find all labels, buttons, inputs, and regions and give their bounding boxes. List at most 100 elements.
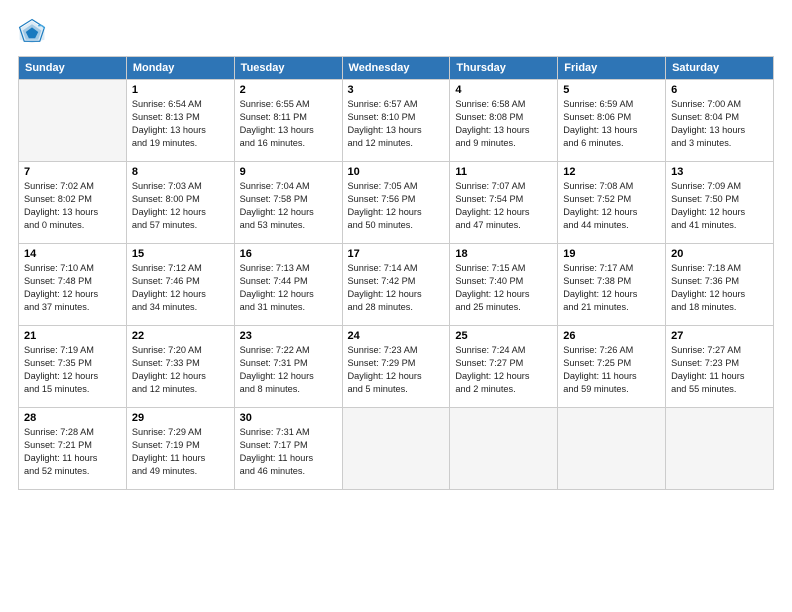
calendar-table: SundayMondayTuesdayWednesdayThursdayFrid… xyxy=(18,56,774,490)
day-info: Sunrise: 6:55 AMSunset: 8:11 PMDaylight:… xyxy=(240,98,337,150)
day-number: 6 xyxy=(671,84,768,96)
day-number: 19 xyxy=(563,248,660,260)
calendar-cell: 23 Sunrise: 7:22 AMSunset: 7:31 PMDayligh… xyxy=(234,326,342,408)
day-number: 15 xyxy=(132,248,229,260)
day-info: Sunrise: 6:59 AMSunset: 8:06 PMDaylight:… xyxy=(563,98,660,150)
day-header-wednesday: Wednesday xyxy=(342,57,450,80)
calendar-cell xyxy=(558,408,666,490)
day-number: 8 xyxy=(132,166,229,178)
calendar-cell xyxy=(342,408,450,490)
day-info: Sunrise: 7:18 AMSunset: 7:36 PMDaylight:… xyxy=(671,262,768,314)
calendar-cell: 16Sunrise: 7:13 AMSunset: 7:44 PMDayligh… xyxy=(234,244,342,326)
day-info: Sunrise: 7:13 AMSunset: 7:44 PMDaylight:… xyxy=(240,262,337,314)
day-header-sunday: Sunday xyxy=(19,57,127,80)
day-number: 2 xyxy=(240,84,337,96)
day-number: 21 xyxy=(24,330,121,342)
calendar-cell: 2 Sunrise: 6:55 AMSunset: 8:11 PMDaylight… xyxy=(234,80,342,162)
day-number: 17 xyxy=(348,248,445,260)
calendar-header-row: SundayMondayTuesdayWednesdayThursdayFrid… xyxy=(19,57,774,80)
day-info: Sunrise: 6:54 AMSunset: 8:13 PMDaylight:… xyxy=(132,98,229,150)
day-info: Sunrise: 7:19 AMSunset: 7:35 PMDaylight:… xyxy=(24,344,121,396)
day-info: Sunrise: 7:10 AMSunset: 7:48 PMDaylight:… xyxy=(24,262,121,314)
day-info: Sunrise: 6:57 AMSunset: 8:10 PMDaylight:… xyxy=(348,98,445,150)
calendar-cell: 11 Sunrise: 7:07 AMSunset: 7:54 PMDayligh… xyxy=(450,162,558,244)
calendar-week-2: 7Sunrise: 7:02 AMSunset: 8:02 PMDaylight… xyxy=(19,162,774,244)
day-info: Sunrise: 7:02 AMSunset: 8:02 PMDaylight:… xyxy=(24,180,121,232)
day-number: 27 xyxy=(671,330,768,342)
day-number: 3 xyxy=(348,84,445,96)
logo-icon xyxy=(18,18,46,46)
page-header xyxy=(18,18,774,46)
day-header-monday: Monday xyxy=(126,57,234,80)
calendar-cell: 21 Sunrise: 7:19 AMSunset: 7:35 PMDayligh… xyxy=(19,326,127,408)
calendar-week-4: 21 Sunrise: 7:19 AMSunset: 7:35 PMDayligh… xyxy=(19,326,774,408)
day-header-tuesday: Tuesday xyxy=(234,57,342,80)
day-number: 28 xyxy=(24,412,121,424)
day-number: 5 xyxy=(563,84,660,96)
day-number: 26 xyxy=(563,330,660,342)
day-number: 1 xyxy=(132,84,229,96)
calendar-cell: 5 Sunrise: 6:59 AMSunset: 8:06 PMDaylight… xyxy=(558,80,666,162)
day-info: Sunrise: 7:22 AMSunset: 7:31 PMDaylight:… xyxy=(240,344,337,396)
calendar-cell xyxy=(666,408,774,490)
calendar-cell: 1 Sunrise: 6:54 AMSunset: 8:13 PMDaylight… xyxy=(126,80,234,162)
calendar-week-1: 1 Sunrise: 6:54 AMSunset: 8:13 PMDaylight… xyxy=(19,80,774,162)
day-number: 25 xyxy=(455,330,552,342)
day-header-saturday: Saturday xyxy=(666,57,774,80)
calendar-cell: 12 Sunrise: 7:08 AMSunset: 7:52 PMDayligh… xyxy=(558,162,666,244)
calendar-cell: 10 Sunrise: 7:05 AMSunset: 7:56 PMDayligh… xyxy=(342,162,450,244)
calendar-week-5: 28 Sunrise: 7:28 AMSunset: 7:21 PMDayligh… xyxy=(19,408,774,490)
calendar-cell: 29Sunrise: 7:29 AMSunset: 7:19 PMDayligh… xyxy=(126,408,234,490)
day-info: Sunrise: 7:03 AMSunset: 8:00 PMDaylight:… xyxy=(132,180,229,232)
day-header-friday: Friday xyxy=(558,57,666,80)
calendar-cell: 4Sunrise: 6:58 AMSunset: 8:08 PMDaylight… xyxy=(450,80,558,162)
calendar-cell: 28 Sunrise: 7:28 AMSunset: 7:21 PMDayligh… xyxy=(19,408,127,490)
calendar-cell: 22Sunrise: 7:20 AMSunset: 7:33 PMDayligh… xyxy=(126,326,234,408)
day-number: 18 xyxy=(455,248,552,260)
calendar-cell: 14 Sunrise: 7:10 AMSunset: 7:48 PMDayligh… xyxy=(19,244,127,326)
day-number: 14 xyxy=(24,248,121,260)
day-info: Sunrise: 7:12 AMSunset: 7:46 PMDaylight:… xyxy=(132,262,229,314)
day-number: 10 xyxy=(348,166,445,178)
day-number: 12 xyxy=(563,166,660,178)
day-info: Sunrise: 7:04 AMSunset: 7:58 PMDaylight:… xyxy=(240,180,337,232)
day-number: 11 xyxy=(455,166,552,178)
calendar-cell: 26Sunrise: 7:26 AMSunset: 7:25 PMDayligh… xyxy=(558,326,666,408)
day-info: Sunrise: 7:23 AMSunset: 7:29 PMDaylight:… xyxy=(348,344,445,396)
day-info: Sunrise: 7:09 AMSunset: 7:50 PMDaylight:… xyxy=(671,180,768,232)
day-info: Sunrise: 7:00 AMSunset: 8:04 PMDaylight:… xyxy=(671,98,768,150)
day-info: Sunrise: 7:31 AMSunset: 7:17 PMDaylight:… xyxy=(240,426,337,478)
calendar-cell: 18 Sunrise: 7:15 AMSunset: 7:40 PMDayligh… xyxy=(450,244,558,326)
calendar-cell xyxy=(19,80,127,162)
calendar-cell: 24 Sunrise: 7:23 AMSunset: 7:29 PMDayligh… xyxy=(342,326,450,408)
calendar-cell: 30 Sunrise: 7:31 AMSunset: 7:17 PMDayligh… xyxy=(234,408,342,490)
day-number: 9 xyxy=(240,166,337,178)
day-info: Sunrise: 7:08 AMSunset: 7:52 PMDaylight:… xyxy=(563,180,660,232)
day-number: 24 xyxy=(348,330,445,342)
day-info: Sunrise: 7:28 AMSunset: 7:21 PMDaylight:… xyxy=(24,426,121,478)
calendar-cell: 25Sunrise: 7:24 AMSunset: 7:27 PMDayligh… xyxy=(450,326,558,408)
calendar-cell: 15 Sunrise: 7:12 AMSunset: 7:46 PMDayligh… xyxy=(126,244,234,326)
calendar-cell: 8 Sunrise: 7:03 AMSunset: 8:00 PMDaylight… xyxy=(126,162,234,244)
day-info: Sunrise: 7:14 AMSunset: 7:42 PMDaylight:… xyxy=(348,262,445,314)
day-number: 23 xyxy=(240,330,337,342)
day-number: 13 xyxy=(671,166,768,178)
calendar-cell: 7Sunrise: 7:02 AMSunset: 8:02 PMDaylight… xyxy=(19,162,127,244)
day-info: Sunrise: 7:05 AMSunset: 7:56 PMDaylight:… xyxy=(348,180,445,232)
day-number: 29 xyxy=(132,412,229,424)
calendar-cell: 6 Sunrise: 7:00 AMSunset: 8:04 PMDaylight… xyxy=(666,80,774,162)
day-number: 4 xyxy=(455,84,552,96)
day-info: Sunrise: 7:15 AMSunset: 7:40 PMDaylight:… xyxy=(455,262,552,314)
day-number: 22 xyxy=(132,330,229,342)
calendar-week-3: 14 Sunrise: 7:10 AMSunset: 7:48 PMDayligh… xyxy=(19,244,774,326)
calendar-cell xyxy=(450,408,558,490)
calendar-cell: 3 Sunrise: 6:57 AMSunset: 8:10 PMDaylight… xyxy=(342,80,450,162)
day-number: 30 xyxy=(240,412,337,424)
calendar-cell: 13 Sunrise: 7:09 AMSunset: 7:50 PMDayligh… xyxy=(666,162,774,244)
day-number: 20 xyxy=(671,248,768,260)
calendar-cell: 9 Sunrise: 7:04 AMSunset: 7:58 PMDaylight… xyxy=(234,162,342,244)
calendar-cell: 20 Sunrise: 7:18 AMSunset: 7:36 PMDayligh… xyxy=(666,244,774,326)
day-info: Sunrise: 7:07 AMSunset: 7:54 PMDaylight:… xyxy=(455,180,552,232)
day-header-thursday: Thursday xyxy=(450,57,558,80)
logo xyxy=(18,18,50,46)
